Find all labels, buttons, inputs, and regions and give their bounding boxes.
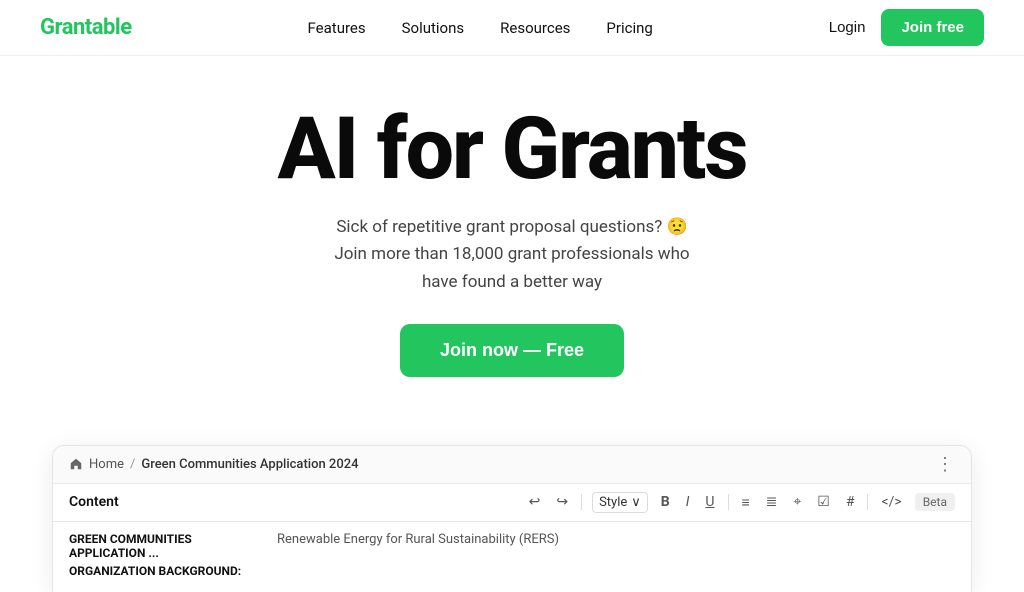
- breadcrumb-left: Home / Green Communities Application 202…: [69, 457, 358, 472]
- italic-icon[interactable]: I: [683, 492, 693, 512]
- ordered-list-icon[interactable]: ≣: [763, 492, 781, 512]
- navbar: Grantable Features Solutions Resources P…: [0, 0, 1024, 56]
- code-icon[interactable]: </>: [878, 492, 904, 512]
- underline-icon[interactable]: U: [702, 492, 717, 512]
- content-sidebar: GREEN COMMUNITIES APPLICATION ... ORGANI…: [69, 532, 269, 582]
- nav-links: Features Solutions Resources Pricing: [308, 18, 653, 37]
- beta-badge: Beta: [915, 493, 955, 511]
- breadcrumb-home: Home: [89, 457, 124, 472]
- sidebar-item-1[interactable]: GREEN COMMUNITIES APPLICATION ...: [69, 532, 269, 560]
- toolbar-content-label: Content: [69, 494, 119, 510]
- toolbar-divider-3: [867, 494, 868, 510]
- preview-content: GREEN COMMUNITIES APPLICATION ... ORGANI…: [53, 522, 971, 592]
- chevron-down-icon: ∨: [631, 495, 641, 510]
- content-row: GREEN COMMUNITIES APPLICATION ... ORGANI…: [69, 532, 955, 582]
- bold-icon[interactable]: B: [658, 492, 673, 512]
- cta-button[interactable]: Join now — Free: [400, 324, 624, 377]
- nav-actions: Login Join free: [829, 9, 984, 46]
- preview-breadcrumb: Home / Green Communities Application 202…: [53, 446, 971, 484]
- join-free-button[interactable]: Join free: [881, 9, 984, 46]
- nav-resources[interactable]: Resources: [500, 19, 570, 37]
- nav-pricing[interactable]: Pricing: [606, 19, 652, 37]
- more-options-icon[interactable]: ⋮: [936, 454, 955, 475]
- undo-icon[interactable]: ↩: [526, 492, 544, 512]
- hero-section: AI for Grants Sick of repetitive grant p…: [0, 56, 1024, 445]
- breadcrumb-current-page: Green Communities Application 2024: [141, 457, 358, 472]
- hero-title: AI for Grants: [277, 104, 746, 194]
- content-main-text: Renewable Energy for Rural Sustainabilit…: [277, 532, 559, 547]
- link-icon[interactable]: ⌖: [790, 492, 804, 512]
- brand-logo[interactable]: Grantable: [40, 15, 132, 40]
- toolbar-divider-1: [581, 494, 582, 510]
- hero-subtitle: Sick of repetitive grant proposal questi…: [334, 214, 689, 296]
- toolbar-divider-2: [728, 494, 729, 510]
- login-button[interactable]: Login: [829, 19, 866, 36]
- style-dropdown[interactable]: Style ∨: [592, 492, 648, 513]
- style-label: Style: [599, 495, 627, 510]
- redo-icon[interactable]: ↪: [553, 492, 571, 512]
- nav-solutions[interactable]: Solutions: [402, 19, 465, 37]
- unordered-list-icon[interactable]: ≡: [739, 492, 753, 513]
- app-preview: Home / Green Communities Application 202…: [52, 445, 972, 592]
- checkbox-icon[interactable]: ☑: [814, 492, 833, 512]
- home-icon: [69, 457, 83, 471]
- sidebar-item-2[interactable]: ORGANIZATION BACKGROUND:: [69, 564, 269, 578]
- breadcrumb-separator: /: [130, 457, 135, 472]
- nav-features[interactable]: Features: [308, 19, 366, 37]
- toolbar-controls: ↩ ↪ Style ∨ B I U ≡ ≣ ⌖ ☑ # </> Beta: [526, 492, 955, 513]
- hash-icon[interactable]: #: [843, 492, 858, 512]
- content-main: Renewable Energy for Rural Sustainabilit…: [277, 532, 955, 582]
